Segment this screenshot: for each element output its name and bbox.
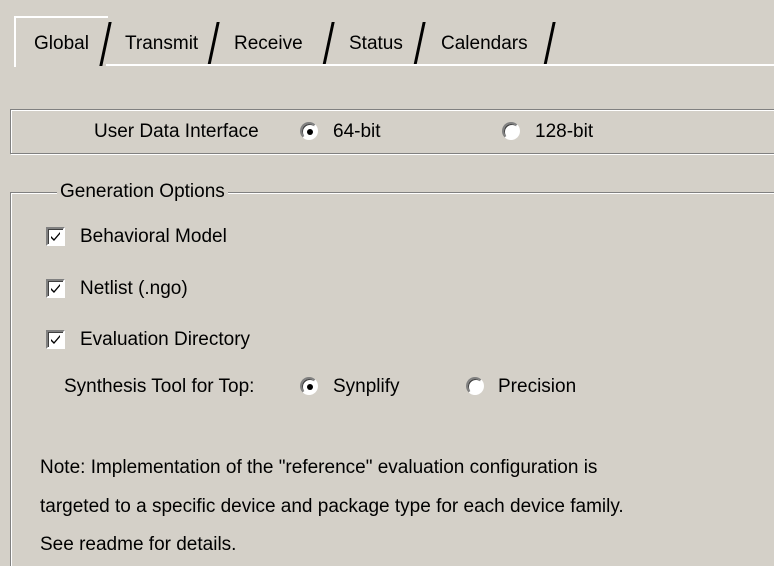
checkmark-icon	[51, 284, 60, 293]
tab-label: Calendars	[441, 33, 528, 54]
radio-selected-dot	[307, 129, 313, 135]
note-line-2: targeted to a specific device and packag…	[40, 496, 624, 517]
tab-divider	[543, 22, 556, 66]
synthesis-tool-label: Synthesis Tool for Top:	[64, 376, 255, 397]
radio-128-bit-label[interactable]: 128-bit	[535, 121, 593, 143]
tab-label: Status	[349, 33, 403, 54]
tab-baseline	[106, 64, 774, 66]
evaluation-directory-checkbox[interactable]	[46, 330, 65, 349]
radio-synplify-label[interactable]: Synplify	[333, 376, 400, 398]
radio-selected-dot	[307, 384, 313, 390]
tab-strip: Global Transmit Receive Status Calendars	[0, 0, 774, 67]
netlist-label[interactable]: Netlist (.ngo)	[80, 278, 188, 300]
note-line-1: Note: Implementation of the "reference" …	[40, 457, 598, 478]
tab-divider	[207, 22, 220, 66]
tab-divider	[322, 22, 335, 66]
radio-precision-label[interactable]: Precision	[498, 376, 576, 398]
radio-64-bit-label[interactable]: 64-bit	[333, 121, 381, 143]
behavioral-model-label[interactable]: Behavioral Model	[80, 226, 227, 248]
radio-precision[interactable]	[466, 377, 484, 395]
generation-options-title: Generation Options	[57, 181, 228, 203]
behavioral-model-checkbox[interactable]	[46, 227, 65, 246]
tab-label: Global	[34, 33, 89, 54]
note-line-3: See readme for details.	[40, 534, 237, 555]
tab-label: Receive	[234, 33, 303, 54]
netlist-checkbox[interactable]	[46, 279, 65, 298]
radio-synplify[interactable]	[300, 377, 318, 395]
user-data-interface-label: User Data Interface	[94, 121, 259, 142]
evaluation-directory-label[interactable]: Evaluation Directory	[80, 329, 250, 351]
tab-label: Transmit	[125, 33, 199, 54]
radio-128-bit[interactable]	[502, 122, 520, 140]
radio-64-bit[interactable]	[300, 122, 318, 140]
checkmark-icon	[51, 335, 60, 344]
checkmark-icon	[51, 232, 60, 241]
tab-divider	[413, 22, 426, 66]
